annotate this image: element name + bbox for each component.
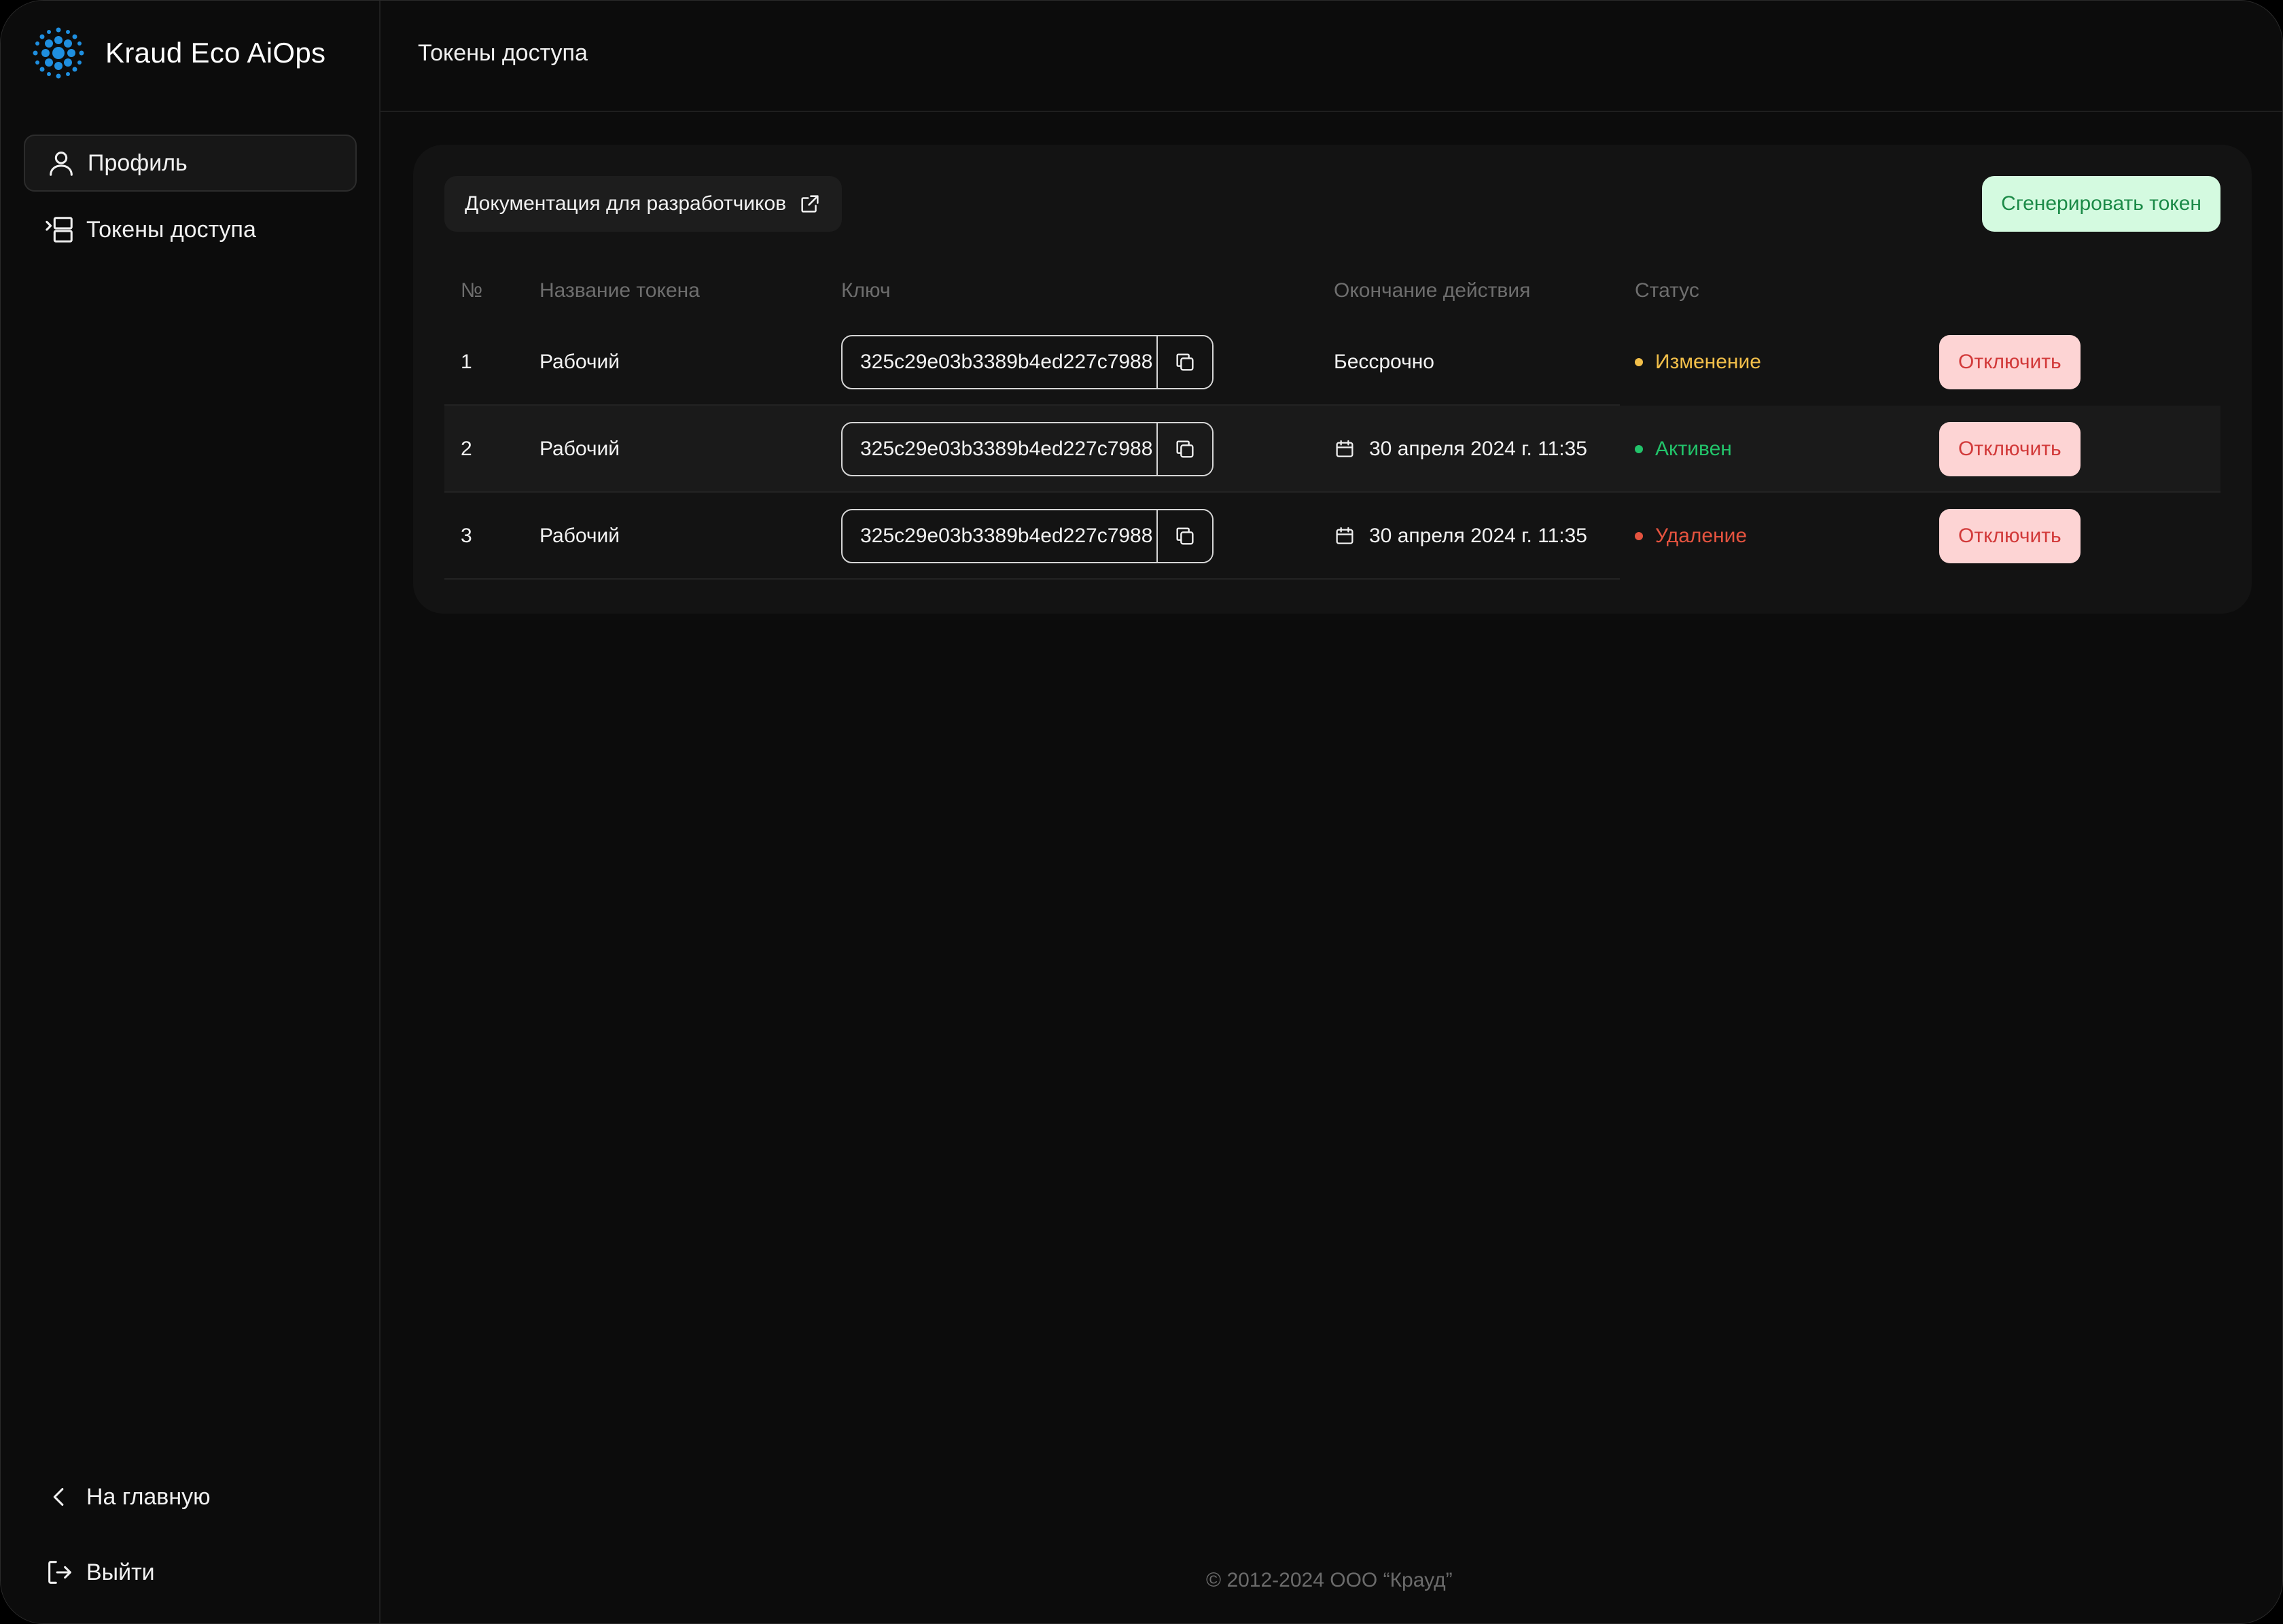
logout-button[interactable]: Выйти <box>24 1545 357 1600</box>
row-status: Удаление <box>1635 493 1747 580</box>
row-name: Рабочий <box>539 351 620 373</box>
row-expires: 30 апреля 2024 г. 11:35 <box>1334 493 1587 580</box>
home-label: На главную <box>86 1483 211 1510</box>
app-name: Kraud Eco AiOps <box>105 37 326 69</box>
status-dot <box>1635 358 1643 366</box>
row-num: 1 <box>461 351 472 373</box>
token-key-field[interactable]: 325c29e03b3389b4ed227c7988 <box>841 335 1214 389</box>
tokens-icon <box>46 217 73 243</box>
user-icon <box>50 152 73 176</box>
disable-token-button[interactable]: Отключить <box>1939 335 2081 389</box>
row-status: Активен <box>1635 406 1732 493</box>
copy-icon <box>1176 440 1194 458</box>
chevron-left-icon <box>53 1487 64 1506</box>
token-key-field[interactable]: 325c29e03b3389b4ed227c7988 <box>841 509 1214 563</box>
column-header-num: № <box>461 279 483 302</box>
kraud-logo-icon <box>33 27 84 79</box>
sidebar-item-profile[interactable]: Профиль <box>24 135 357 192</box>
token-key-value: 325c29e03b3389b4ed227c7988 <box>860 525 1153 547</box>
generate-token-button[interactable]: Сгенерировать токен <box>1982 176 2220 232</box>
disable-token-button[interactable]: Отключить <box>1939 509 2081 563</box>
home-link[interactable]: На главную <box>24 1470 357 1524</box>
calendar-icon <box>1336 440 1353 457</box>
app-window: Kraud Eco AiOps Профиль Токены доступа Н… <box>0 0 2283 1624</box>
developer-docs-button[interactable]: Документация для разработчиков <box>444 176 843 232</box>
disable-token-button[interactable]: Отключить <box>1939 422 2081 476</box>
column-header-name: Название токена <box>539 279 700 302</box>
copy-icon <box>1176 527 1194 545</box>
column-header-status: Статус <box>1635 279 1699 302</box>
sidebar-item-tokens[interactable]: Токены доступа <box>24 201 357 258</box>
logout-icon <box>48 1561 71 1584</box>
token-key-value: 325c29e03b3389b4ed227c7988 <box>860 351 1153 373</box>
row-num: 3 <box>461 525 472 547</box>
status-badge: Изменение <box>1655 351 1761 373</box>
sidebar: Kraud Eco AiOps Профиль Токены доступа Н… <box>1 1 380 1623</box>
table-row: 2 Рабочий 325c29e03b3389b4ed227c7988 30 … <box>444 406 2220 493</box>
row-expires: 30 апреля 2024 г. 11:35 <box>1334 406 1587 493</box>
row-expires: Бессрочно <box>1334 351 1434 373</box>
logout-label: Выйти <box>86 1559 155 1585</box>
sidebar-item-label: Токены доступа <box>86 216 256 243</box>
copy-icon <box>1176 353 1194 371</box>
developer-docs-label: Документация для разработчиков <box>465 192 787 215</box>
sidebar-item-label: Профиль <box>88 149 188 176</box>
external-link-icon <box>801 195 819 213</box>
expires-date: 30 апреля 2024 г. 11:35 <box>1369 438 1587 460</box>
row-name: Рабочий <box>539 438 620 460</box>
calendar-icon <box>1336 527 1353 544</box>
page-title: Токены доступа <box>418 40 588 66</box>
expires-date: 30 апреля 2024 г. 11:35 <box>1369 525 1587 547</box>
column-header-expires: Окончание действия <box>1334 279 1531 302</box>
copy-key-button[interactable] <box>1156 423 1212 475</box>
row-name: Рабочий <box>539 525 620 547</box>
token-key-field[interactable]: 325c29e03b3389b4ed227c7988 <box>841 422 1214 476</box>
column-header-key: Ключ <box>841 279 891 302</box>
status-badge: Активен <box>1655 438 1732 460</box>
copy-key-button[interactable] <box>1156 510 1212 562</box>
copy-key-button[interactable] <box>1156 336 1212 388</box>
status-badge: Удаление <box>1655 525 1748 547</box>
status-dot <box>1635 532 1643 540</box>
table-row: 3 Рабочий 325c29e03b3389b4ed227c7988 30 … <box>444 493 2220 580</box>
status-dot <box>1635 445 1643 453</box>
tokens-card: Документация для разработчиков Сгенериро… <box>413 145 2252 614</box>
table-row: 1 Рабочий 325c29e03b3389b4ed227c7988 Бес… <box>444 319 2220 406</box>
topbar: Токены доступа <box>380 1 2282 112</box>
main-content: Токены доступа Документация для разработ… <box>380 1 2282 1623</box>
footer-copyright: © 2012-2024 ООО “Крауд” <box>1206 1569 1453 1591</box>
token-key-value: 325c29e03b3389b4ed227c7988 <box>860 438 1153 460</box>
row-num: 2 <box>461 438 472 460</box>
brand[interactable]: Kraud Eco AiOps <box>29 22 325 84</box>
row-status: Изменение <box>1635 319 1761 406</box>
